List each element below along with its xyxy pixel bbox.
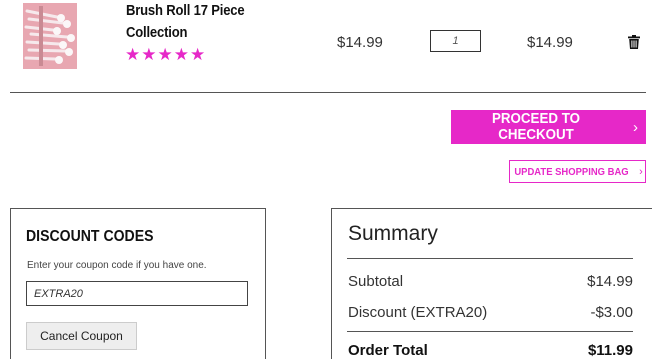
chevron-right-icon: › bbox=[633, 118, 638, 136]
line-total: $14.99 bbox=[527, 34, 573, 51]
subtotal-value: $14.99 bbox=[587, 273, 633, 290]
rating-stars: ★★★★★ bbox=[125, 45, 207, 64]
discount-value: -$3.00 bbox=[590, 304, 633, 321]
shopping-bag-page: Brush Roll 17 Piece Collection ★★★★★ $14… bbox=[0, 0, 652, 359]
cart-divider bbox=[10, 92, 646, 93]
brush-roll-image bbox=[23, 3, 77, 69]
checkout-label: PROCEED TO CHECKOUT bbox=[492, 111, 580, 143]
summary-divider bbox=[347, 331, 633, 332]
subtotal-label: Subtotal bbox=[348, 273, 404, 290]
discount-codes-title: DISCOUNT CODES bbox=[26, 228, 154, 245]
summary-divider bbox=[347, 258, 633, 259]
summary-title: Summary bbox=[348, 222, 438, 245]
discount-label: Discount (EXTRA20) bbox=[348, 304, 488, 321]
quantity-input[interactable] bbox=[430, 30, 481, 52]
cancel-coupon-button[interactable]: Cancel Coupon bbox=[26, 322, 137, 350]
order-total-label: Order Total bbox=[348, 342, 428, 359]
product-thumbnail[interactable] bbox=[23, 3, 77, 69]
unit-price: $14.99 bbox=[337, 34, 383, 51]
product-name[interactable]: Brush Roll 17 Piece Collection bbox=[126, 0, 261, 44]
chevron-right-icon: › bbox=[639, 165, 643, 178]
update-label: UPDATE SHOPPING BAG bbox=[514, 165, 629, 178]
coupon-hint: Enter your coupon code if you have one. bbox=[27, 260, 207, 271]
order-total-value: $11.99 bbox=[587, 342, 633, 359]
proceed-to-checkout-button[interactable]: PROCEED TO CHECKOUT › bbox=[451, 110, 646, 144]
update-shopping-bag-button[interactable]: UPDATE SHOPPING BAG › bbox=[509, 160, 646, 183]
coupon-code-input[interactable] bbox=[26, 281, 248, 306]
trash-icon[interactable] bbox=[628, 35, 640, 49]
